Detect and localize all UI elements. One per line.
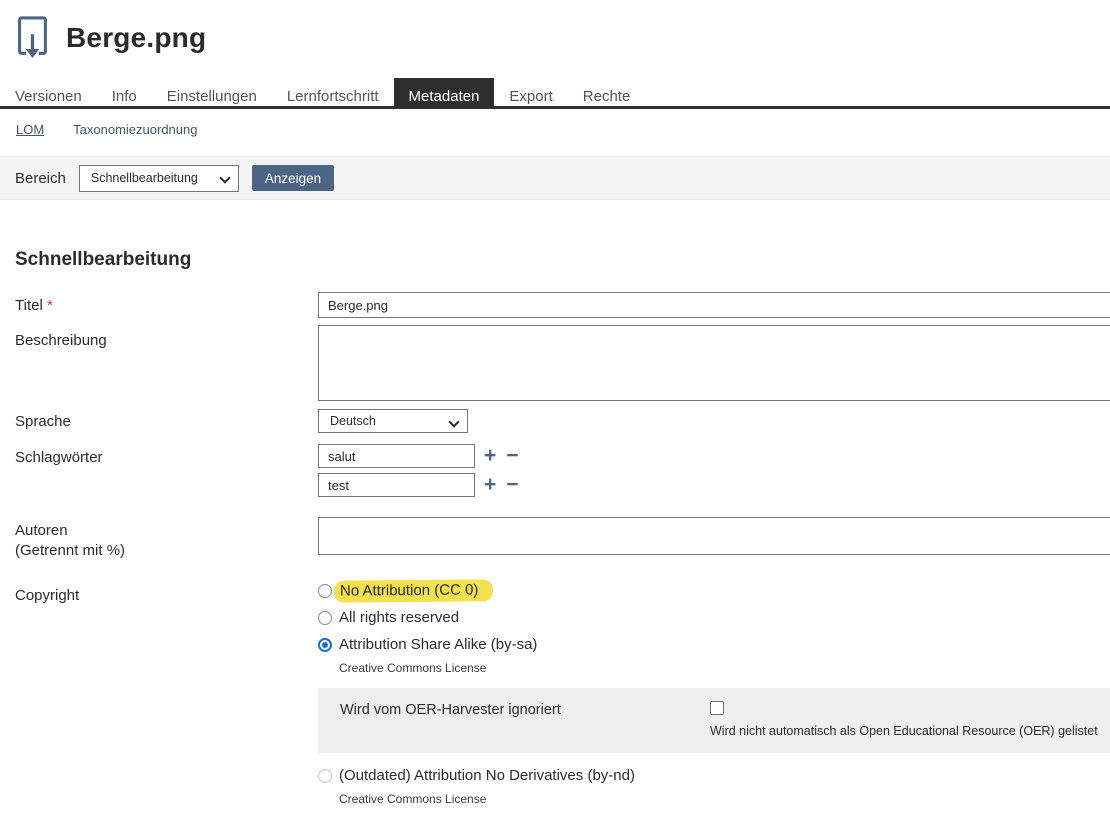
keyword-line: + − [318,473,519,497]
radio-icon[interactable] [318,611,332,625]
subtab-taxonomiezuordnung[interactable]: Taxonomiezuordnung [73,122,197,139]
copyright-option-by-sa[interactable]: Attribution Share Alike (by-sa) [318,636,1110,653]
copyright-option-label[interactable]: (Outdated) Attribution No Derivatives (b… [339,767,635,784]
bereich-toolbar: Bereich Schnellbearbeitung Anzeigen [0,156,1110,200]
page-title: Berge.png [66,22,206,54]
tab-metadaten[interactable]: Metadaten [394,78,495,109]
bereich-label: Bereich [15,170,66,187]
copyright-label: Copyright [15,582,318,606]
keyword-input-1[interactable] [318,444,475,468]
row-schlagwoerter: Schlagwörter + − + − [15,444,1110,502]
copyright-option-cc0[interactable]: No Attribution (CC 0) [318,582,1110,599]
sprache-label: Sprache [15,408,318,432]
oer-harvester-box: Wird vom OER-Harvester ignoriert Wird ni… [318,688,1110,753]
anzeigen-button[interactable]: Anzeigen [252,165,334,191]
required-marker: * [47,297,53,314]
copyright-options: No Attribution (CC 0) All rights reserve… [318,582,1110,819]
titel-label: Titel * [15,292,318,316]
autoren-label: Autoren (Getrennt mit %) [15,517,318,561]
radio-selected-icon[interactable] [318,638,332,652]
tab-versionen[interactable]: Versionen [0,78,97,109]
oer-label: Wird vom OER-Harvester ignoriert [340,701,710,738]
cc-license-note: Creative Commons License [339,661,1110,675]
keyword-input-2[interactable] [318,473,475,497]
copyright-option-by-nd[interactable]: (Outdated) Attribution No Derivatives (b… [318,767,1110,784]
copyright-option-label[interactable]: Attribution Share Alike (by-sa) [339,636,537,653]
add-keyword-icon[interactable]: + [484,446,496,466]
tab-export[interactable]: Export [494,78,567,109]
copyright-option-label[interactable]: No Attribution (CC 0) [340,581,479,599]
row-sprache: Sprache Deutsch [15,408,1110,433]
bereich-select-value: Schnellbearbeitung [91,171,198,185]
copyright-option-label[interactable]: All rights reserved [339,609,459,626]
main-tab-bar: Versionen Info Einstellungen Lernfortsch… [0,78,1110,109]
row-copyright: Copyright No Attribution (CC 0) All righ… [15,582,1110,819]
subtab-lom[interactable]: LOM [16,122,44,139]
autoren-sublabel: (Getrennt mit %) [15,541,318,561]
oer-checkbox[interactable] [710,701,724,715]
sub-tab-bar: LOM Taxonomiezuordnung [0,109,1110,139]
tab-info[interactable]: Info [97,78,152,109]
oer-hint: Wird nicht automatisch als Open Educatio… [710,724,1098,738]
beschreibung-textarea[interactable] [318,325,1110,401]
bereich-select[interactable]: Schnellbearbeitung [79,165,239,192]
quick-edit-form: Titel * Beschreibung Sprache Deutsch Sch… [0,292,1110,819]
file-download-icon [10,15,54,61]
tab-rechte[interactable]: Rechte [568,78,646,109]
remove-keyword-icon[interactable]: − [506,446,518,466]
highlight-annotation: No Attribution (CC 0) [334,579,494,602]
chevron-down-icon [219,172,230,183]
row-beschreibung: Beschreibung [15,327,1110,401]
add-keyword-icon[interactable]: + [484,475,496,495]
sprache-select-value: Deutsch [330,414,376,428]
page-header: Berge.png [0,0,1110,62]
cc-license-note: Creative Commons License [339,792,1110,806]
copyright-option-all-rights[interactable]: All rights reserved [318,609,1110,626]
chevron-down-icon [448,416,459,427]
tab-lernfortschritt[interactable]: Lernfortschritt [272,78,394,109]
beschreibung-label: Beschreibung [15,327,318,351]
radio-disabled-icon[interactable] [318,769,332,783]
remove-keyword-icon[interactable]: − [506,475,518,495]
schlagwoerter-label: Schlagwörter [15,444,318,468]
oer-value: Wird nicht automatisch als Open Educatio… [710,701,1098,738]
tab-einstellungen[interactable]: Einstellungen [152,78,272,109]
row-titel: Titel * [15,292,1110,318]
autoren-input[interactable] [318,517,1110,555]
keyword-line: + − [318,444,519,468]
radio-icon[interactable] [318,584,332,598]
row-autoren: Autoren (Getrennt mit %) [15,517,1110,561]
section-heading: Schnellbearbeitung [15,249,1110,271]
titel-input[interactable] [318,292,1110,318]
sprache-select[interactable]: Deutsch [318,409,468,433]
